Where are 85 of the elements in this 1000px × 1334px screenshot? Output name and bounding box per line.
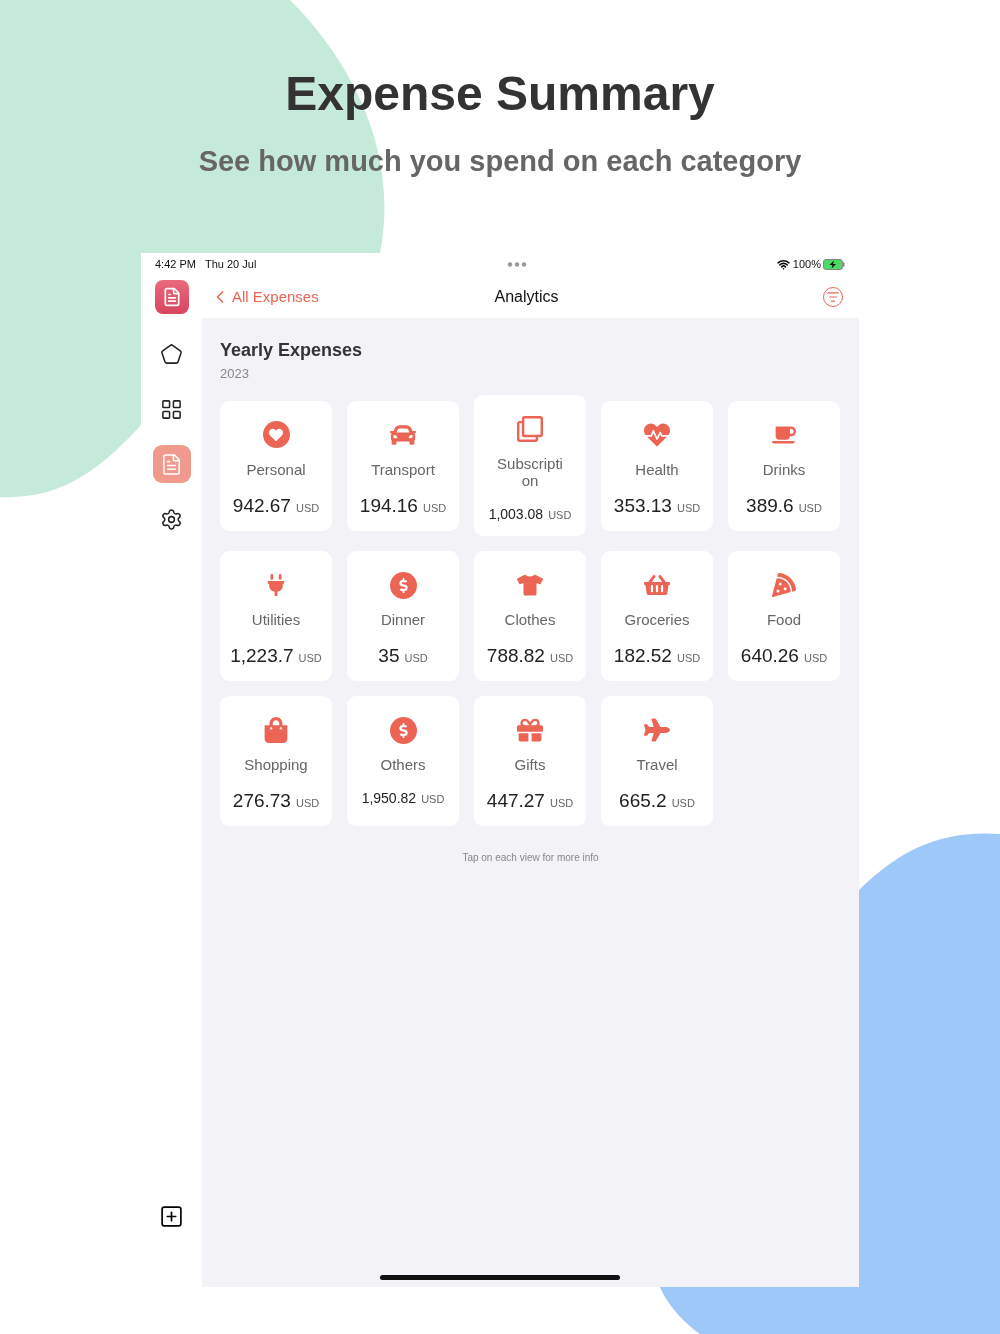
status-time: 4:42 PM (155, 258, 196, 270)
category-amount: 1,003.08 (488, 506, 544, 522)
document-icon (160, 452, 183, 476)
currency-label: USD (404, 652, 428, 664)
category-card[interactable]: Drinks 389.6 USD (728, 400, 840, 531)
airplane-icon (644, 717, 670, 743)
category-name: Food (765, 611, 803, 628)
category-card[interactable]: Food 640.26 USD (728, 551, 840, 681)
currency-label: USD (676, 652, 701, 664)
category-amount: 389.6 (746, 494, 794, 517)
wifi-icon (776, 257, 790, 271)
currency-label: USD (295, 501, 320, 514)
section-year: 2023 (220, 366, 250, 381)
category-name: Transport (370, 460, 436, 478)
category-amount: 942.67 (232, 494, 291, 517)
category-amount: 788.82 (486, 645, 545, 667)
category-card[interactable]: Others 1,950.82 USD (347, 696, 459, 826)
category-name: Gifts (513, 756, 547, 773)
category-card[interactable]: Clothes 788.82 USD (474, 551, 586, 681)
category-card[interactable]: Gifts 447.27 USD (474, 696, 586, 826)
status-date: Thu 20 Jul (204, 258, 257, 270)
battery-icon (823, 258, 845, 270)
category-card[interactable]: Transport 194.16 USD (347, 400, 459, 531)
add-icon[interactable] (159, 1204, 184, 1229)
category-amount: 194.16 (359, 494, 418, 517)
category-card[interactable]: Personal 942.67 USD (220, 400, 332, 531)
page-subtitle: See how much you spend on each category (198, 145, 802, 178)
grid-icon (160, 397, 183, 421)
heart-circle-icon (262, 421, 290, 448)
page-title: Expense Summary (285, 66, 715, 121)
category-card[interactable]: Subscription 1,003.08 USD (474, 395, 586, 536)
category-card[interactable]: Travel 665.2 USD (601, 696, 713, 826)
category-amount: 35 (378, 645, 400, 667)
currency-label: USD (295, 797, 320, 809)
category-name: Others (379, 756, 427, 773)
category-name: Utilities (250, 611, 302, 628)
currency-label: USD (671, 797, 695, 809)
section-title: Yearly Expenses (220, 340, 364, 361)
category-card[interactable]: Dinner 35 USD (347, 551, 459, 681)
category-name: Groceries (623, 611, 691, 628)
battery-percent: 100% (792, 258, 821, 270)
category-card[interactable]: Utilities 1,223.7 USD (220, 551, 332, 681)
more-dots-icon[interactable] (506, 261, 527, 267)
currency-label: USD (298, 652, 322, 664)
hint-text: Tap on each view for more info (462, 852, 599, 863)
category-name: Subscription (496, 455, 564, 489)
currency-label: USD (798, 501, 822, 514)
category-amount: 665.2 (619, 790, 667, 812)
copy-icon (517, 416, 543, 442)
category-amount: 353.13 (613, 494, 672, 517)
currency-label: USD (676, 501, 701, 514)
category-name: Personal (245, 460, 307, 478)
pentagon-icon (160, 342, 183, 366)
shopping-bag-icon (263, 717, 289, 743)
category-name: Clothes (503, 611, 557, 628)
category-amount: 1,223.7 (230, 645, 294, 667)
category-card[interactable]: Groceries 182.52 USD (601, 551, 713, 681)
pizza-slice-icon (772, 573, 796, 597)
category-name: Travel (635, 756, 679, 773)
currency-label: USD (549, 652, 574, 664)
app-logo-icon[interactable] (154, 280, 189, 314)
category-amount: 447.27 (486, 790, 545, 812)
category-card[interactable]: Shopping 276.73 USD (220, 696, 332, 826)
category-amount: 1,950.82 (361, 790, 417, 806)
category-amount: 640.26 (740, 645, 799, 667)
dollar-circle-icon (389, 571, 417, 599)
category-card[interactable]: Health 353.13 USD (601, 400, 713, 531)
heartbeat-icon (644, 421, 670, 448)
category-name: Health (634, 460, 680, 478)
currency-label: USD (549, 797, 574, 809)
currency-label: USD (421, 793, 445, 805)
currency-label: USD (422, 501, 447, 514)
gift-icon (517, 717, 543, 743)
settings-icon (160, 507, 183, 531)
category-name: Dinner (379, 611, 427, 628)
dollar-circle-icon (389, 716, 417, 744)
category-name: Drinks (761, 460, 807, 478)
category-amount: 276.73 (232, 790, 291, 812)
nav-title: Analytics (494, 287, 559, 306)
plug-icon (265, 574, 287, 596)
currency-label: USD (803, 652, 828, 664)
category-amount: 182.52 (613, 645, 672, 667)
currency-label: USD (548, 509, 572, 521)
grocery-basket-icon (644, 572, 670, 598)
category-name: Shopping (243, 756, 309, 773)
